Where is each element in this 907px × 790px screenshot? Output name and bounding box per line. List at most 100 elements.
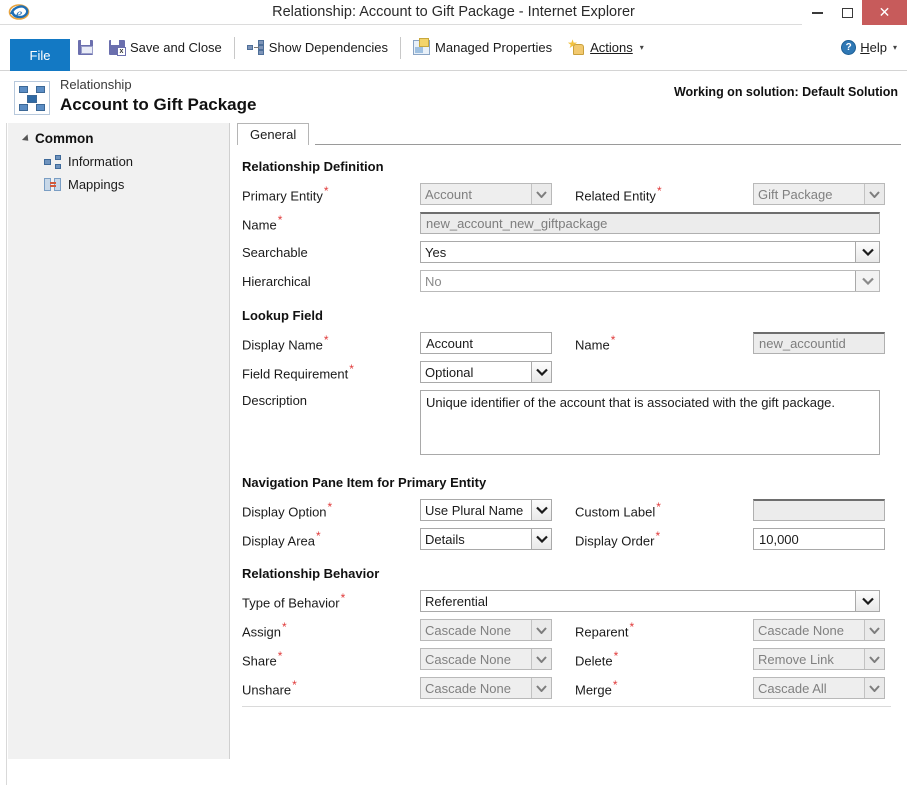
row-display-area: Display Area* Details Display Order* 10,… <box>242 528 897 550</box>
related-entity-select[interactable]: Gift Package <box>753 183 885 205</box>
label-text: Name <box>242 217 277 233</box>
label-text: Display Name <box>242 337 323 353</box>
main-body: Common Information Mappings General Rela… <box>0 123 907 785</box>
label-text: Hierarchical <box>242 273 311 289</box>
row-unshare-merge: Unshare* Cascade None Merge* Cascade All <box>242 677 897 699</box>
managed-properties-label: Managed Properties <box>435 40 553 55</box>
help-menu-button[interactable]: ? Help ▾ <box>841 40 897 55</box>
label-text: Reparent <box>575 624 629 640</box>
custom-label-input[interactable] <box>753 499 885 521</box>
display-area-value: Details <box>425 531 465 547</box>
share-select[interactable]: Cascade None <box>420 648 552 670</box>
chevron-down-icon <box>531 362 551 382</box>
chevron-down-icon <box>531 620 551 640</box>
required-marker: * <box>315 529 321 544</box>
related-entity-label: Related Entity* <box>575 184 753 203</box>
field-requirement-select[interactable]: Optional <box>420 361 552 383</box>
hierarchical-select[interactable]: No <box>420 270 880 292</box>
managed-properties-icon <box>413 38 431 55</box>
tab-general[interactable]: General <box>237 123 310 145</box>
searchable-value: Yes <box>425 244 447 260</box>
minimize-button[interactable] <box>802 0 832 25</box>
actions-menu-button[interactable]: Actions ▾ <box>560 31 652 65</box>
primary-entity-value: Account <box>425 186 472 202</box>
label-text: Assign <box>242 624 282 640</box>
show-dependencies-button[interactable]: Show Dependencies <box>239 31 396 65</box>
save-icon <box>78 40 93 55</box>
assign-value: Cascade None <box>425 622 511 638</box>
section-lookup-field: Lookup Field Display Name* Account Name*… <box>242 308 897 455</box>
required-marker: * <box>613 649 619 664</box>
toolbar-divider <box>233 36 235 59</box>
ribbon-toolbar: File x Save and Close Show Dependencies … <box>0 25 907 71</box>
required-marker: * <box>610 333 616 348</box>
chevron-down-icon <box>864 649 884 669</box>
section-title: Navigation Pane Item for Primary Entity <box>242 475 487 490</box>
required-marker: * <box>277 213 283 228</box>
assign-select[interactable]: Cascade None <box>420 619 552 641</box>
sidebar-item-mappings[interactable]: Mappings <box>8 173 229 196</box>
row-primary-related-entity: Primary Entity* Account Related Entity* <box>242 183 897 205</box>
display-order-input[interactable]: 10,000 <box>753 528 885 550</box>
page-header-text: Relationship Account to Gift Package <box>60 77 256 116</box>
minimize-icon <box>811 11 823 14</box>
merge-select[interactable]: Cascade All <box>753 677 885 699</box>
relationship-name-input[interactable]: new_account_new_giftpackage <box>420 212 880 234</box>
display-name-input[interactable]: Account <box>420 332 552 354</box>
maximize-icon <box>841 7 853 18</box>
display-area-select[interactable]: Details <box>420 528 552 550</box>
type-of-behavior-select[interactable]: Referential <box>420 590 880 612</box>
chevron-down-icon <box>531 678 551 698</box>
searchable-select[interactable]: Yes <box>420 241 880 263</box>
sidebar-item-information[interactable]: Information <box>8 150 229 173</box>
help-label: elp <box>869 40 887 55</box>
required-marker: * <box>656 184 662 199</box>
maximize-button[interactable] <box>832 0 862 25</box>
page-subtitle: Relationship <box>60 77 132 92</box>
lookup-name-label: Name* <box>575 333 753 352</box>
svg-text:e: e <box>16 7 22 22</box>
help-label-mnemonic: H <box>860 40 870 55</box>
label-text: Type of Behavior <box>242 595 340 611</box>
lookup-name-input[interactable]: new_accountid <box>753 332 885 354</box>
unshare-select[interactable]: Cascade None <box>420 677 552 699</box>
actions-icon <box>567 37 585 55</box>
primary-entity-select[interactable]: Account <box>420 183 552 205</box>
file-menu-button[interactable]: File <box>10 39 70 71</box>
save-and-close-button[interactable]: x Save and Close <box>101 31 230 65</box>
section-relationship-behavior: Relationship Behavior Type of Behavior* … <box>242 566 897 707</box>
help-icon: ? <box>841 40 857 55</box>
row-relationship-name: Name* new_account_new_giftpackage <box>242 212 897 234</box>
delete-select[interactable]: Remove Link <box>753 648 885 670</box>
display-option-value: Use Plural Name <box>425 502 524 518</box>
sidebar-item-label: Information <box>68 154 134 169</box>
required-marker: * <box>327 500 333 515</box>
description-textarea[interactable]: Unique identifier of the account that is… <box>420 390 880 455</box>
searchable-label: Searchable <box>242 245 420 260</box>
row-display-name: Display Name * Account Name* new_accounti… <box>242 332 897 354</box>
chevron-down-icon <box>864 678 884 698</box>
label-text: Field Requirement <box>242 366 349 382</box>
label-text: Display Area <box>242 533 315 549</box>
reparent-select[interactable]: Cascade None <box>753 619 885 641</box>
required-marker: * <box>612 678 618 693</box>
sidebar-group-common[interactable]: Common <box>8 127 229 150</box>
label-text: Custom Label <box>575 504 656 520</box>
managed-properties-button[interactable]: Managed Properties <box>405 31 560 65</box>
display-option-label: Display Option* <box>242 500 420 519</box>
delete-label: Delete* <box>575 649 753 668</box>
toolbar-divider-2 <box>400 36 402 59</box>
required-marker: * <box>277 649 283 664</box>
reparent-value: Cascade None <box>758 622 844 638</box>
hierarchical-label: Hierarchical <box>242 274 420 289</box>
unshare-value: Cascade None <box>425 680 511 696</box>
form-area: General Relationship Definition Primary … <box>230 123 907 785</box>
internet-explorer-logo-icon: e <box>8 1 30 23</box>
close-button[interactable]: ✕ <box>862 0 907 25</box>
share-value: Cascade None <box>425 651 511 667</box>
display-option-select[interactable]: Use Plural Name <box>420 499 552 521</box>
required-marker: * <box>629 620 635 635</box>
save-button[interactable] <box>70 31 101 65</box>
section-title: Relationship Behavior <box>242 566 380 581</box>
row-searchable: Searchable Yes <box>242 241 897 263</box>
